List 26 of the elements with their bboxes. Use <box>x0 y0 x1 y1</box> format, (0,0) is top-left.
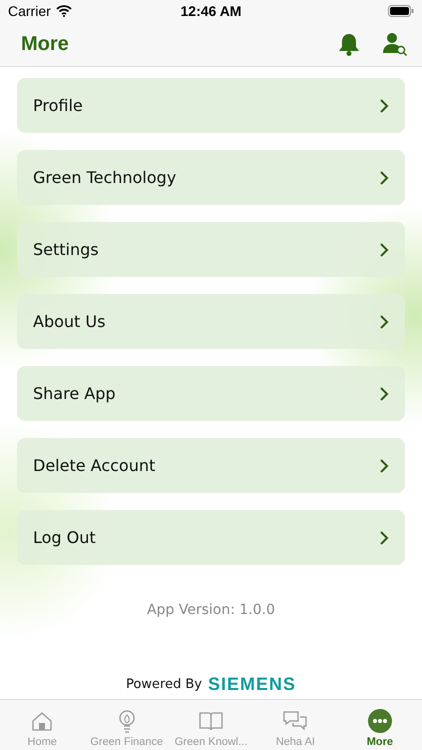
notifications-button[interactable] <box>338 32 360 56</box>
chevron-right-icon <box>379 314 389 330</box>
powered-by-label: Powered By <box>126 676 202 692</box>
chevron-right-icon <box>379 170 389 186</box>
chevron-right-icon <box>379 458 389 474</box>
menu-item[interactable]: Green Technology <box>17 150 405 205</box>
wifi-icon <box>56 5 72 17</box>
chevron-right-icon <box>379 98 389 114</box>
chevron-right-icon <box>379 242 389 258</box>
app-version: App Version: 1.0.0 <box>146 602 276 618</box>
menu-item[interactable]: Log Out <box>17 510 405 565</box>
chevron-right-icon <box>379 530 389 546</box>
more-icon <box>366 708 393 734</box>
chevron-right-icon <box>379 386 389 402</box>
tab-item[interactable]: More <box>338 700 422 750</box>
status-time: 12:46 AM <box>180 3 242 19</box>
menu-item[interactable]: Share App <box>17 366 405 421</box>
menu-item[interactable]: Settings <box>17 222 405 277</box>
menu-item[interactable]: Profile <box>17 78 405 133</box>
brand-logo: SIEMENS <box>208 674 296 694</box>
battery-icon <box>388 5 414 17</box>
menu-item[interactable]: About Us <box>17 294 405 349</box>
menu-item[interactable]: Delete Account <box>17 438 405 493</box>
page-title: More <box>21 32 70 56</box>
carrier-label: Carrier <box>8 3 51 19</box>
user-search-button[interactable] <box>382 31 408 57</box>
